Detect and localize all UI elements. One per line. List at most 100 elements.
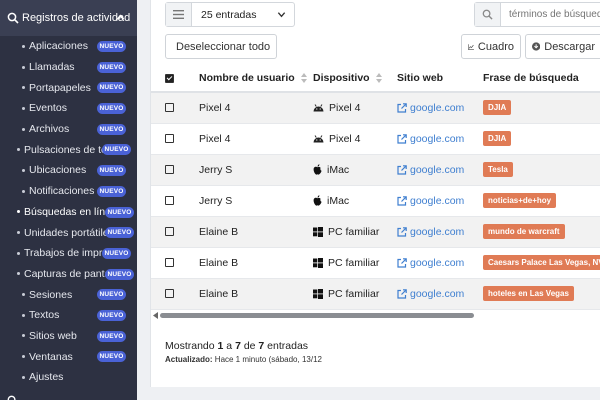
download-icon bbox=[532, 42, 541, 51]
sidebar-item[interactable]: Textos NUEVO bbox=[0, 305, 137, 326]
bullet-icon bbox=[22, 44, 25, 48]
row-checkbox[interactable] bbox=[165, 289, 174, 299]
sidebar-item-label: Ajustes bbox=[29, 371, 64, 384]
new-badge: NUEVO bbox=[97, 61, 126, 73]
column-header-search-phrase[interactable]: Frase de búsqueda bbox=[483, 65, 600, 93]
website-link[interactable]: google.com bbox=[397, 257, 483, 269]
website-link[interactable]: google.com bbox=[397, 195, 483, 207]
cell-website: google.com bbox=[397, 247, 483, 279]
new-badge: NUEVO bbox=[102, 247, 131, 259]
windows-icon bbox=[313, 226, 323, 237]
windows-icon bbox=[313, 257, 323, 268]
cell-device: PC familiar bbox=[313, 247, 397, 279]
external-link-icon bbox=[397, 226, 407, 237]
search-phrase-tag: noticias+de+hoy bbox=[483, 193, 557, 208]
row-checkbox[interactable] bbox=[165, 134, 174, 144]
column-header-user[interactable]: Nombre de usuario bbox=[199, 65, 313, 93]
page-size-select[interactable]: 25 entradas bbox=[165, 2, 295, 27]
sidebar-item[interactable]: Ubicaciones NUEVO bbox=[0, 160, 137, 181]
website-link[interactable]: google.com bbox=[397, 288, 483, 300]
row-checkbox[interactable] bbox=[165, 196, 174, 206]
search-phrase-tag: DJIA bbox=[483, 100, 512, 116]
new-badge: NUEVO bbox=[105, 268, 134, 280]
chevron-up-icon[interactable] bbox=[116, 13, 125, 22]
sidebar-section-activity-logs[interactable]: Registros de actividad bbox=[0, 0, 137, 36]
bullet-icon bbox=[22, 168, 25, 172]
row-checkbox[interactable] bbox=[165, 103, 174, 113]
row-select-cell bbox=[151, 185, 199, 217]
sidebar-item[interactable]: Búsquedas en línea NUEVO bbox=[0, 202, 137, 223]
scroll-left-icon[interactable] bbox=[153, 312, 158, 319]
sidebar-item[interactable]: Ventanas NUEVO bbox=[0, 346, 137, 367]
row-select-cell bbox=[151, 123, 199, 155]
bullet-icon bbox=[22, 127, 25, 131]
table-row[interactable]: Jerry S iMac google.com noticias+de+hoy bbox=[151, 185, 600, 217]
cell-device: iMac bbox=[313, 185, 397, 217]
search-icon bbox=[7, 12, 19, 24]
chart-button[interactable]: Cuadro bbox=[461, 34, 521, 59]
chevron-down-icon bbox=[277, 12, 286, 18]
table-row[interactable]: Pixel 4 Pixel 4 google.com DJIA bbox=[151, 123, 600, 155]
row-select-cell bbox=[151, 216, 199, 248]
table-row[interactable]: Elaine B PC familiar google.com mundo de wa… bbox=[151, 216, 600, 248]
website-text: google.com bbox=[410, 287, 465, 300]
cell-website: google.com bbox=[397, 92, 483, 124]
table-row[interactable]: Elaine B PC familiar google.com hoteles en … bbox=[151, 278, 600, 310]
bullet-icon bbox=[17, 231, 20, 235]
sidebar-item-label: Llamadas bbox=[29, 61, 75, 74]
website-link[interactable]: google.com bbox=[397, 102, 483, 114]
row-checkbox[interactable] bbox=[165, 165, 174, 175]
page-size-value: 25 entradas bbox=[201, 8, 257, 21]
website-text: google.com bbox=[410, 132, 465, 145]
sidebar-item[interactable]: Aplicaciones NUEVO bbox=[0, 36, 137, 57]
row-checkbox[interactable] bbox=[165, 258, 174, 268]
row-checkbox[interactable] bbox=[165, 227, 174, 237]
table-row[interactable]: Elaine B PC familiar google.com Caesars Pal… bbox=[151, 247, 600, 279]
sidebar-item-label: Ubicaciones bbox=[29, 164, 87, 177]
column-header-device[interactable]: Dispositivo bbox=[313, 65, 397, 93]
cell-user: Pixel 4 bbox=[199, 92, 313, 124]
sidebar-item[interactable]: Sesiones NUEVO bbox=[0, 284, 137, 305]
sidebar-menu: Aplicaciones NUEVO Llamadas NUEVO Portapapel… bbox=[0, 36, 137, 388]
chart-label: Cuadro bbox=[477, 40, 514, 53]
sidebar-item[interactable]: Eventos NUEVO bbox=[0, 98, 137, 119]
new-badge: NUEVO bbox=[105, 227, 134, 239]
download-button[interactable]: Descargar bbox=[525, 34, 600, 59]
new-badge: NUEVO bbox=[97, 123, 126, 135]
new-badge: NUEVO bbox=[105, 206, 134, 218]
website-link[interactable]: google.com bbox=[397, 164, 483, 176]
last-updated: Actualizado: Hace 1 minuto (sábado, 13/1… bbox=[165, 355, 322, 364]
table-info: Mostrando 1 a 7 de 7 entradas bbox=[165, 340, 309, 352]
sidebar-item[interactable]: Archivos NUEVO bbox=[0, 119, 137, 140]
website-link[interactable]: google.com bbox=[397, 133, 483, 145]
sidebar-item-label: Notificaciones bbox=[29, 185, 95, 198]
table-row[interactable]: Jerry S iMac google.com Tesla bbox=[151, 154, 600, 186]
device-name: iMac bbox=[327, 163, 350, 176]
windows-icon bbox=[313, 288, 323, 299]
sidebar-item[interactable]: Pulsaciones de teclas NUEVO bbox=[0, 139, 137, 160]
scrollbar-thumb[interactable] bbox=[160, 313, 474, 318]
website-link[interactable]: google.com bbox=[397, 226, 483, 238]
sidebar-item[interactable]: Llamadas NUEVO bbox=[0, 57, 137, 78]
sidebar-footer-item[interactable] bbox=[7, 395, 18, 400]
table-row[interactable]: Pixel 4 Pixel 4 google.com DJIA bbox=[151, 92, 600, 124]
cell-search-phrase: Caesars Palace Las Vegas, NV bbox=[483, 247, 600, 279]
sidebar-item-label: Sitios web bbox=[29, 329, 77, 342]
sidebar-item-label: Búsquedas en línea bbox=[24, 205, 117, 218]
sidebar-item[interactable]: Unidades portátiles NUEVO bbox=[0, 222, 137, 243]
sidebar-item[interactable]: Capturas de pantalla NUEVO bbox=[0, 264, 137, 285]
bullet-icon bbox=[17, 210, 20, 214]
sidebar-item[interactable]: Ajustes bbox=[0, 367, 137, 388]
search-input[interactable] bbox=[501, 9, 600, 20]
sidebar-item[interactable]: Trabajos de impresión NUEVO bbox=[0, 243, 137, 264]
sidebar-item[interactable]: Sitios web NUEVO bbox=[0, 326, 137, 347]
bullet-icon bbox=[22, 106, 25, 110]
sidebar-item[interactable]: Portapapeles NUEVO bbox=[0, 77, 137, 98]
sidebar-item[interactable]: Notificaciones NUEVO bbox=[0, 181, 137, 202]
bullet-icon bbox=[22, 86, 25, 90]
deselect-all-button[interactable]: Deseleccionar todo bbox=[165, 34, 277, 59]
select-all-checkbox[interactable] bbox=[165, 73, 174, 83]
column-header-website[interactable]: Sitio web bbox=[397, 65, 483, 93]
horizontal-scrollbar[interactable] bbox=[151, 311, 600, 321]
search-icon bbox=[7, 395, 16, 400]
